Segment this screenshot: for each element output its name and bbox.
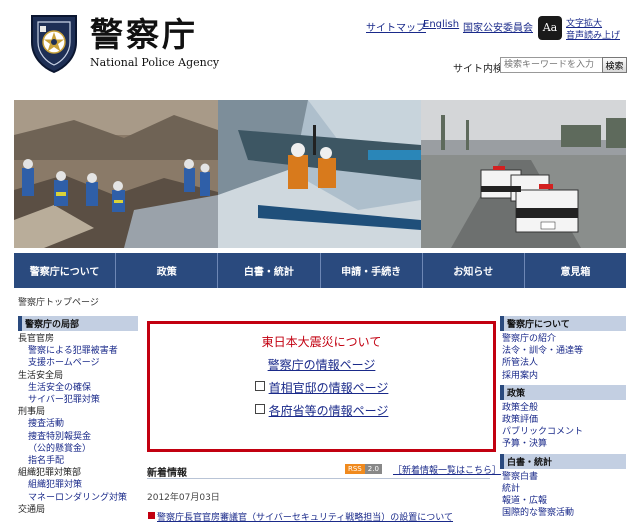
sidebar-item[interactable]: 警察庁の紹介 xyxy=(500,333,626,345)
global-nav: 警察庁について 政策 白書・統計 申請・手続き お知らせ 意見箱 xyxy=(14,253,626,288)
sidebar-item[interactable]: 支援ホームページ xyxy=(18,357,138,369)
nav-whitepaper-statistics[interactable]: 白書・統計 xyxy=(218,253,321,288)
english-link[interactable]: English xyxy=(423,19,459,30)
sidebar-item[interactable]: 捜査特別報奨金 xyxy=(18,431,138,443)
sidebar-item[interactable]: マネーロンダリング対策 xyxy=(18,492,138,504)
sidebar-item[interactable]: 警察による犯罪被害者 xyxy=(18,345,138,357)
sidebar-item[interactable]: 捜査活動 xyxy=(18,418,138,430)
external-link-icon xyxy=(254,381,265,391)
sidebar-item[interactable]: 組織犯罪対策部 xyxy=(18,467,138,479)
sidebar-item[interactable]: 警察白書 xyxy=(500,471,626,483)
sidebar-item[interactable]: サイバー犯罪対策 xyxy=(18,394,138,406)
sidebar-item[interactable]: 指名手配 xyxy=(18,455,138,467)
sidebar-item[interactable]: 国際的な警察活動 xyxy=(500,507,626,519)
public-safety-commission-link[interactable]: 国家公安委員会 xyxy=(463,19,533,34)
news-item-link[interactable]: 警察庁長官官房審議官（サイバーセキュリティ戦略担当）の設置について xyxy=(157,510,453,523)
sitemap-link[interactable]: サイトマップ xyxy=(366,19,426,34)
news-divider xyxy=(147,478,490,479)
sidebar-item[interactable]: 長官官房 xyxy=(18,333,138,345)
sidebar-item[interactable]: 組織犯罪対策 xyxy=(18,479,138,491)
external-link-icon xyxy=(254,404,265,414)
sidebar-item[interactable]: 報道・広報 xyxy=(500,495,626,507)
hero-photo-rescue-workers xyxy=(14,100,218,248)
hero-photo-patrol-cars xyxy=(421,100,626,248)
news-list-link[interactable]: ［新着情報一覧はこちら］ xyxy=(393,463,501,476)
sidebar-item[interactable]: 政策全般 xyxy=(500,402,626,414)
sidebar-item[interactable]: 採用案内 xyxy=(500,370,626,382)
right-sidebar: 警察庁について 警察庁の紹介 法令・訓令・通達等 所管法人 採用案内政策政策全般 政策評価… xyxy=(500,316,626,519)
sidebar-item[interactable]: 政策評価 xyxy=(500,414,626,426)
sidebar-item[interactable]: 法令・訓令・通達等 xyxy=(500,345,626,357)
earthquake-notice-box: 東日本大震災について 警察庁の情報ページ 首相官邸の情報ページ 各府省等の情報ペ… xyxy=(147,321,496,452)
earthquake-notice-title: 東日本大震災について xyxy=(261,335,382,349)
sidebar-item[interactable]: パブリックコメント xyxy=(500,426,626,438)
search-input[interactable] xyxy=(500,57,604,73)
sidebar-item[interactable]: 統計 xyxy=(500,483,626,495)
nav-policy[interactable]: 政策 xyxy=(116,253,219,288)
sidebar-item[interactable]: 刑事局 xyxy=(18,406,138,418)
site-subtitle: National Police Agency xyxy=(90,56,220,69)
sidebar-heading: 警察庁について xyxy=(500,316,626,331)
left-sidebar: 警察庁の局部 長官官房 警察による犯罪被害者 支援ホームページ 生活安全局 生活安全の確… xyxy=(18,316,138,516)
hero-photo-helicopter-rescue xyxy=(218,100,421,248)
nav-about[interactable]: 警察庁について xyxy=(14,253,117,288)
npa-info-page-link[interactable]: 警察庁の情報ページ xyxy=(150,356,493,373)
sidebar-item[interactable]: 生活安全局 xyxy=(18,370,138,382)
sidebar-heading-bureaus: 警察庁の局部 xyxy=(18,316,138,331)
accessibility-icon[interactable]: Aa xyxy=(538,16,562,40)
nav-applications[interactable]: 申請・手続き xyxy=(321,253,423,288)
cabinet-info-page-link[interactable]: 首相官邸の情報ページ xyxy=(150,379,493,396)
new-flag-icon xyxy=(148,512,155,519)
search-button[interactable]: 検索 xyxy=(602,57,627,73)
ministries-info-page-link[interactable]: 各府省等の情報ページ xyxy=(150,402,493,419)
sidebar-heading: 政策 xyxy=(500,384,626,400)
news-heading: 新着情報 xyxy=(147,468,187,479)
speech-readout-link[interactable]: 音声読み上げ xyxy=(566,28,620,41)
nav-notices[interactable]: お知らせ xyxy=(423,253,525,288)
sidebar-item[interactable]: 所管法人 xyxy=(500,357,626,369)
sidebar-item[interactable]: （公的懸賞金） xyxy=(18,443,138,455)
breadcrumb: 警察庁トップページ xyxy=(18,298,99,308)
news-date: 2012年07月03日 xyxy=(147,493,220,503)
rss-feed-icon[interactable]: RSS 2.0 xyxy=(345,464,382,474)
hero-banner xyxy=(14,100,626,248)
nav-opinion-box[interactable]: 意見箱 xyxy=(525,253,626,288)
sidebar-heading: 白書・統計 xyxy=(500,453,626,469)
sidebar-item[interactable]: 予算・決算 xyxy=(500,438,626,450)
sidebar-item[interactable]: 生活安全の確保 xyxy=(18,382,138,394)
sidebar-item[interactable]: 交通局 xyxy=(18,504,138,516)
police-emblem-logo[interactable] xyxy=(28,12,80,74)
site-title: 警察庁 xyxy=(90,15,198,54)
